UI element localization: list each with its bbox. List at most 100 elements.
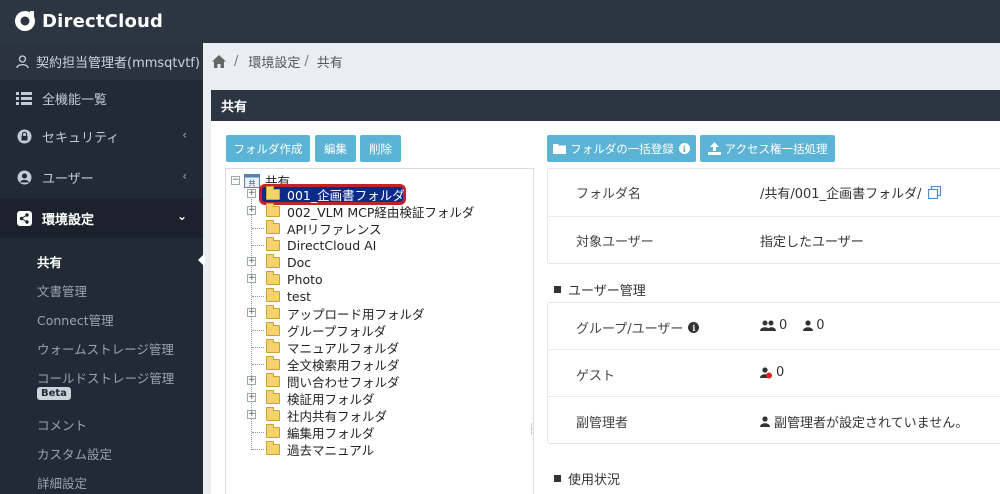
tree-node[interactable]: グループフォルダ	[266, 322, 386, 339]
nav-environment-settings[interactable]: 環境設定 ⌄	[0, 198, 203, 238]
user-management-title: ユーザー管理	[568, 284, 646, 299]
sub-item-advanced-settings[interactable]: 詳細設定	[37, 473, 87, 492]
sub-item-comment[interactable]: コメント	[37, 415, 87, 434]
current-user[interactable]: 契約担当管理者(mmsqtvtf)	[0, 43, 203, 80]
logo-text: DirectCloud	[42, 10, 164, 32]
folder-details-card: フォルダ名 /共有/001_企画書フォルダ/ 対象ユーザー 指定したユーザー	[547, 168, 1000, 264]
tree-node[interactable]: 社内共有フォルダ	[266, 407, 387, 424]
expand-icon[interactable]: +	[247, 189, 256, 198]
tree-node[interactable]: Photo	[266, 271, 323, 288]
sub-item-warm-storage[interactable]: ウォームストレージ管理	[37, 339, 174, 358]
sub-item-connect-management[interactable]: Connect管理	[37, 310, 114, 329]
group-user-label: グループ/ユーザー	[576, 322, 684, 337]
expand-icon[interactable]: +	[247, 308, 256, 317]
sub-item-share[interactable]: 共有	[37, 252, 62, 271]
expand-icon[interactable]: +	[247, 206, 256, 215]
target-user-label: 対象ユーザー	[576, 235, 654, 250]
tree-node-label: Photo	[287, 272, 323, 287]
tree-connector	[252, 449, 264, 450]
nav-users[interactable]: ユーザー ‹	[0, 157, 203, 197]
sub-admin-value-wrap: 副管理者が設定されていません。	[760, 412, 968, 431]
copy-icon[interactable]	[928, 186, 942, 199]
tree-node[interactable]: test	[266, 288, 311, 305]
panel-title: 共有	[221, 100, 248, 115]
collapse-icon[interactable]: −	[231, 176, 240, 185]
expand-icon[interactable]: +	[247, 274, 256, 283]
sub-item-document-management[interactable]: 文書管理	[37, 281, 87, 300]
resize-handle[interactable]: ⁞ ⁞	[530, 423, 533, 438]
user-icon	[16, 54, 29, 68]
group-icon	[760, 320, 776, 331]
sub-item-custom-settings[interactable]: カスタム設定	[37, 444, 112, 463]
logo[interactable]: DirectCloud	[12, 9, 163, 33]
folder-name-label: フォルダ名	[576, 187, 642, 202]
folder-path: /共有/001_企画書フォルダ/	[760, 187, 922, 202]
breadcrumb-item[interactable]: 環境設定	[248, 52, 300, 71]
expand-icon[interactable]: +	[247, 376, 256, 385]
folder-icon	[266, 237, 280, 251]
bulk-access-button-label: アクセス権一括処理	[724, 141, 828, 156]
folder-name-value: /共有/001_企画書フォルダ/	[760, 183, 942, 202]
tree-connector	[252, 296, 264, 297]
folder-tree: − 共 共有 + 001_企画書フォルダ + 002_VLM MCP経由検証フォ…	[225, 168, 534, 494]
bulk-register-button[interactable]: フォルダの一括登録 i	[547, 135, 696, 162]
top-bar: DirectCloud	[0, 0, 1000, 43]
info-icon: i	[678, 143, 690, 154]
tree-node[interactable]: 001_企画書フォルダ	[266, 186, 405, 203]
tree-node[interactable]: DirectCloud AI	[266, 237, 376, 254]
sub-item-cold-storage[interactable]: コールドストレージ管理	[37, 368, 174, 387]
chevron-left-icon: ‹	[182, 169, 187, 183]
logo-icon	[15, 11, 35, 31]
tree-node[interactable]: APIリファレンス	[266, 220, 382, 237]
nav-users-label: ユーザー	[42, 171, 94, 187]
expand-icon[interactable]: +	[247, 393, 256, 402]
tree-connector	[252, 330, 264, 331]
tree-connector	[252, 245, 264, 246]
tree-node[interactable]: マニュアルフォルダ	[266, 339, 399, 356]
info-icon[interactable]: i	[688, 322, 700, 333]
usage-section-title: 使用状況	[554, 469, 620, 488]
folder-icon	[266, 390, 280, 404]
tree-node[interactable]: Doc	[266, 254, 311, 271]
folder-icon	[266, 186, 280, 200]
folder-icon	[266, 356, 280, 370]
breadcrumb-current: 共有	[316, 56, 343, 71]
bulk-access-button[interactable]: アクセス権一括処理	[700, 135, 835, 162]
guest-count: 0	[776, 365, 785, 380]
tree-node[interactable]: 全文検索用フォルダ	[266, 356, 400, 373]
group-user-counts: 0 0	[760, 318, 825, 333]
folder-icon	[266, 322, 280, 336]
bulk-register-button-label: フォルダの一括登録	[570, 141, 674, 156]
tree-connector	[252, 364, 264, 365]
folder-icon	[266, 339, 280, 353]
user-management-section-title: ユーザー管理	[554, 280, 646, 299]
tree-node-label: test	[287, 289, 312, 304]
share-icon	[14, 210, 34, 226]
group-count: 0	[779, 318, 788, 333]
tree-node[interactable]: 過去マニュアル	[266, 441, 374, 458]
folder-icon	[266, 305, 280, 319]
home-icon[interactable]	[212, 55, 226, 68]
edit-button[interactable]: 編集	[315, 135, 356, 162]
user-management-card: グループ/ユーザー i 0 0 ゲスト 0 副管理者 副管理者が設定されていませ…	[547, 302, 1000, 444]
nav-security[interactable]: セキュリティ ‹	[0, 116, 203, 156]
guest-label: ゲスト	[576, 369, 616, 384]
tree-node[interactable]: アップロード用フォルダ	[266, 305, 425, 322]
target-user-value: 指定したユーザー	[760, 235, 864, 250]
nav-all-features[interactable]: 全機能一覧	[0, 78, 203, 118]
tree-node[interactable]: 編集用フォルダ	[266, 424, 375, 441]
expand-icon[interactable]: +	[247, 257, 256, 266]
group-user-label-wrap: グループ/ユーザー i	[576, 318, 700, 337]
folder-icon	[266, 203, 280, 217]
nav-security-label: セキュリティ	[42, 130, 120, 146]
tree-node[interactable]: 検証用フォルダ	[266, 390, 375, 407]
tree-node[interactable]: 002_VLM MCP経由検証フォルダ	[266, 203, 474, 220]
breadcrumb-separator: /	[234, 54, 239, 69]
create-folder-button[interactable]: フォルダ作成	[226, 135, 310, 162]
expand-icon[interactable]: +	[247, 410, 256, 419]
delete-button[interactable]: 削除	[360, 135, 401, 162]
tree-node[interactable]: 問い合わせフォルダ	[266, 373, 400, 390]
breadcrumb: / 環境設定 / 共有	[203, 43, 1000, 80]
shared-root-icon: 共	[244, 173, 260, 188]
panel-header: 共有	[211, 90, 1000, 121]
